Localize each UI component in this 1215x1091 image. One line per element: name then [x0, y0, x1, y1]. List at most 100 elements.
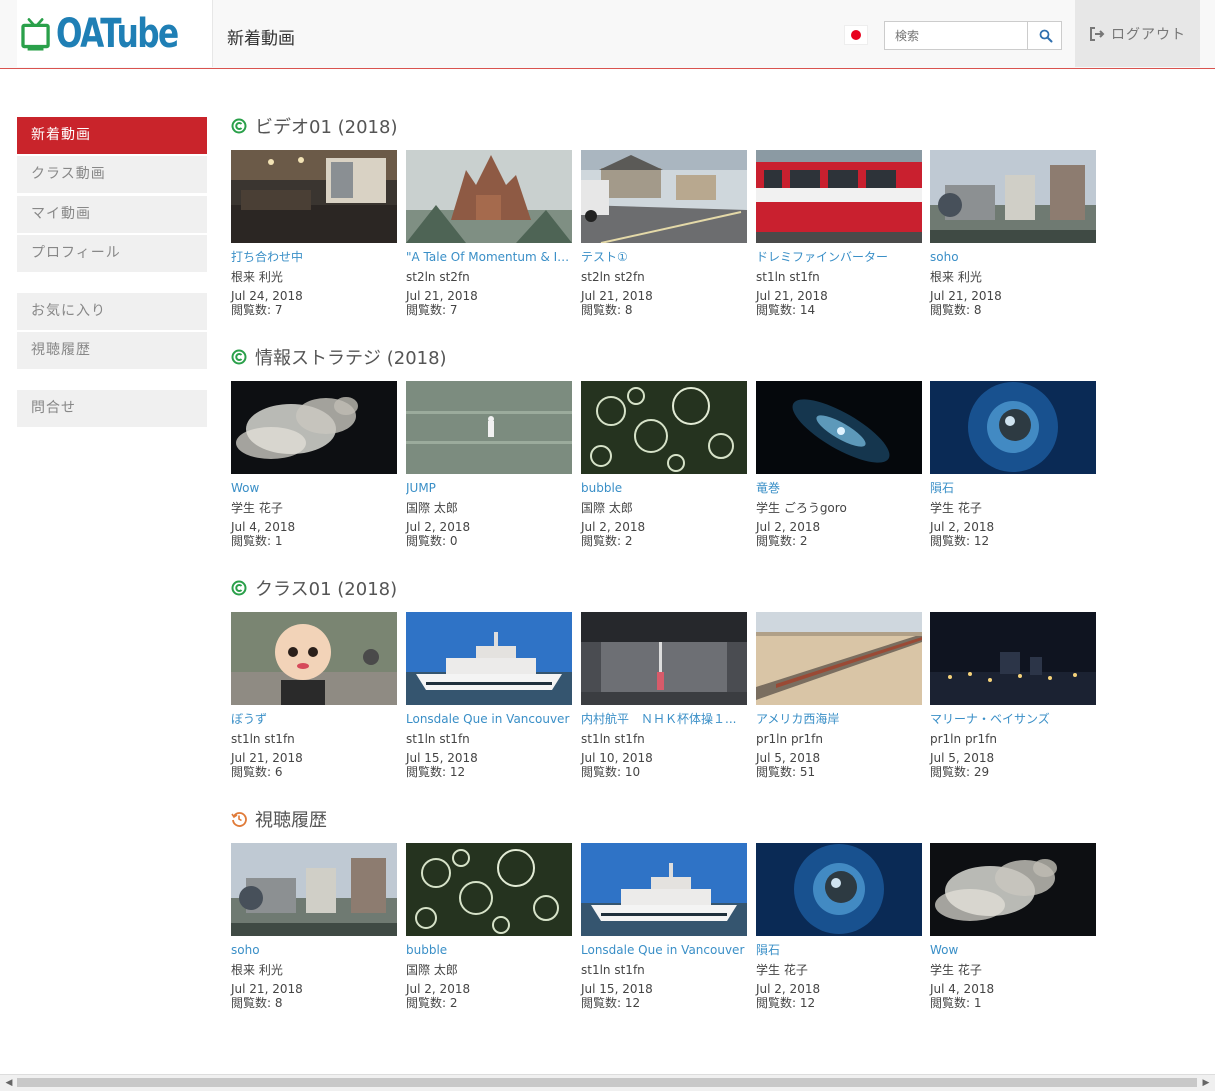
video-thumbnail[interactable] [406, 843, 572, 936]
video-title-link[interactable]: 内村航平 ＮＨＫ杯体操１... [581, 711, 747, 727]
video-card[interactable]: bubble 国際 太郎 Jul 2, 2018 閲覧数: 2 [581, 381, 747, 549]
horizontal-scrollbar[interactable]: ◀ ▶ [0, 1074, 1215, 1091]
video-card[interactable]: JUMP 国際 太郎 Jul 2, 2018 閲覧数: 0 [406, 381, 572, 549]
video-thumbnail[interactable] [406, 612, 572, 705]
video-title-link[interactable]: ドレミファインバーター [756, 249, 922, 265]
video-thumbnail[interactable] [581, 381, 747, 474]
video-thumbnail[interactable] [930, 843, 1096, 936]
video-card[interactable]: ドレミファインバーター st1ln st1fn Jul 21, 2018 閲覧数: 1… [756, 150, 922, 318]
video-thumbnail[interactable] [930, 381, 1096, 474]
video-title-link[interactable]: マリーナ・ベイサンズ [930, 711, 1096, 727]
video-card[interactable]: テスト① st2ln st2fn Jul 21, 2018 閲覧数: 8 [581, 150, 747, 318]
video-date: Jul 15, 2018 [406, 751, 478, 765]
video-thumbnail[interactable] [406, 381, 572, 474]
video-title-link[interactable]: soho [930, 249, 1096, 265]
video-title-link[interactable]: 隕石 [756, 942, 922, 958]
video-thumbnail[interactable] [930, 150, 1096, 243]
video-card[interactable]: Wow 学生 花子 Jul 4, 2018 閲覧数: 1 [231, 381, 397, 549]
language-flag-button[interactable] [844, 25, 868, 45]
video-title-link[interactable]: soho [231, 942, 397, 958]
video-thumbnail[interactable] [756, 843, 922, 936]
video-title-link[interactable]: 隕石 [930, 480, 1096, 496]
video-card[interactable]: soho 根来 利光 Jul 21, 2018 閲覧数: 8 [231, 843, 397, 1011]
section-heading: クラス01 (2018) [231, 576, 397, 600]
video-title-link[interactable]: bubble [581, 480, 747, 496]
scroll-left-icon[interactable]: ◀ [2, 1076, 16, 1090]
video-date: Jul 4, 2018 [930, 982, 995, 996]
scroll-thumb[interactable] [17, 1078, 1197, 1087]
video-title-link[interactable]: Lonsdale Que in Vancouver [581, 942, 747, 958]
video-title-link[interactable]: ぼうず [231, 711, 397, 727]
video-card[interactable]: アメリカ西海岸 pr1ln pr1fn Jul 5, 2018 閲覧数: 51 [756, 612, 922, 780]
video-title-link[interactable]: アメリカ西海岸 [756, 711, 922, 727]
video-view-count: 閲覧数: 2 [406, 996, 458, 1010]
sidebar-item-history[interactable]: 視聴履歴 [17, 332, 207, 369]
video-title-link[interactable]: Wow [231, 480, 397, 496]
video-author: st1ln st1fn [756, 270, 820, 284]
video-view-count: 閲覧数: 2 [756, 534, 808, 548]
sidebar-item-favorites[interactable]: お気に入り [17, 293, 207, 330]
video-card[interactable]: soho 根来 利光 Jul 21, 2018 閲覧数: 8 [930, 150, 1096, 318]
video-card[interactable]: "A Tale Of Momentum & In... st2ln st2fn Ju… [406, 150, 572, 318]
search-box [884, 21, 1062, 50]
search-button[interactable] [1027, 22, 1063, 49]
logout-icon [1090, 26, 1105, 41]
video-thumbnail[interactable] [581, 843, 747, 936]
copyright-circle-icon [231, 118, 247, 134]
sidebar-item-profile[interactable]: プロフィール [17, 235, 207, 272]
video-card[interactable]: 打ち合わせ中 根来 利光 Jul 24, 2018 閲覧数: 7 [231, 150, 397, 318]
video-thumbnail[interactable] [406, 150, 572, 243]
video-thumbnail[interactable] [231, 150, 397, 243]
scroll-right-icon[interactable]: ▶ [1199, 1076, 1213, 1090]
section-heading: ビデオ01 (2018) [231, 114, 397, 138]
video-view-count: 閲覧数: 14 [756, 303, 816, 317]
search-input[interactable] [885, 22, 1025, 49]
sidebar-item-class-videos[interactable]: クラス動画 [17, 156, 207, 193]
video-title-link[interactable]: JUMP [406, 480, 572, 496]
logout-button[interactable]: ログアウト [1075, 0, 1200, 67]
video-author: st2ln st2fn [406, 270, 470, 284]
video-date: Jul 21, 2018 [231, 982, 303, 996]
video-author: 根来 利光 [231, 963, 283, 977]
video-view-count: 閲覧数: 0 [406, 534, 458, 548]
video-thumbnail[interactable] [756, 381, 922, 474]
video-thumbnail[interactable] [756, 612, 922, 705]
video-card[interactable]: 竜巻 学生 ごろうgoro Jul 2, 2018 閲覧数: 2 [756, 381, 922, 549]
video-card[interactable]: bubble 国際 太郎 Jul 2, 2018 閲覧数: 2 [406, 843, 572, 1011]
video-card[interactable]: ぼうず st1ln st1fn Jul 21, 2018 閲覧数: 6 [231, 612, 397, 780]
video-title-link[interactable]: Wow [930, 942, 1096, 958]
video-card[interactable]: 隕石 学生 花子 Jul 2, 2018 閲覧数: 12 [930, 381, 1096, 549]
video-view-count: 閲覧数: 10 [581, 765, 641, 779]
video-thumbnail[interactable] [756, 150, 922, 243]
video-card[interactable]: 内村航平 ＮＨＫ杯体操１... st1ln st1fn Jul 10, 2018 閲覧… [581, 612, 747, 780]
sidebar-item-my-videos[interactable]: マイ動画 [17, 196, 207, 233]
video-date: Jul 2, 2018 [406, 982, 471, 996]
video-thumbnail[interactable] [231, 843, 397, 936]
video-thumbnail[interactable] [231, 612, 397, 705]
video-view-count: 閲覧数: 6 [231, 765, 283, 779]
video-card[interactable]: 隕石 学生 花子 Jul 2, 2018 閲覧数: 12 [756, 843, 922, 1011]
logo[interactable]: OATube [17, 0, 213, 67]
video-thumbnail[interactable] [581, 612, 747, 705]
video-title-link[interactable]: Lonsdale Que in Vancouver [406, 711, 572, 727]
video-card[interactable]: Lonsdale Que in Vancouver st1ln st1fn Jul … [581, 843, 747, 1011]
video-title-link[interactable]: "A Tale Of Momentum & In... [406, 249, 572, 265]
video-view-count: 閲覧数: 12 [581, 996, 641, 1010]
sidebar-item-contact[interactable]: 問合せ [17, 390, 207, 427]
video-card[interactable]: Lonsdale Que in Vancouver st1ln st1fn Jul … [406, 612, 572, 780]
video-date: Jul 21, 2018 [406, 289, 478, 303]
video-view-count: 閲覧数: 29 [930, 765, 990, 779]
video-thumbnail[interactable] [581, 150, 747, 243]
video-view-count: 閲覧数: 51 [756, 765, 816, 779]
video-view-count: 閲覧数: 8 [581, 303, 633, 317]
video-card[interactable]: マリーナ・ベイサンズ pr1ln pr1fn Jul 5, 2018 閲覧数: 29 [930, 612, 1096, 780]
video-title-link[interactable]: テスト① [581, 249, 747, 265]
video-thumbnail[interactable] [231, 381, 397, 474]
sidebar-item-new-videos[interactable]: 新着動画 [17, 117, 207, 154]
video-card[interactable]: Wow 学生 花子 Jul 4, 2018 閲覧数: 1 [930, 843, 1096, 1011]
video-title-link[interactable]: 打ち合わせ中 [231, 249, 397, 265]
video-title-link[interactable]: 竜巻 [756, 480, 922, 496]
video-title-link[interactable]: bubble [406, 942, 572, 958]
video-date: Jul 5, 2018 [930, 751, 995, 765]
video-thumbnail[interactable] [930, 612, 1096, 705]
